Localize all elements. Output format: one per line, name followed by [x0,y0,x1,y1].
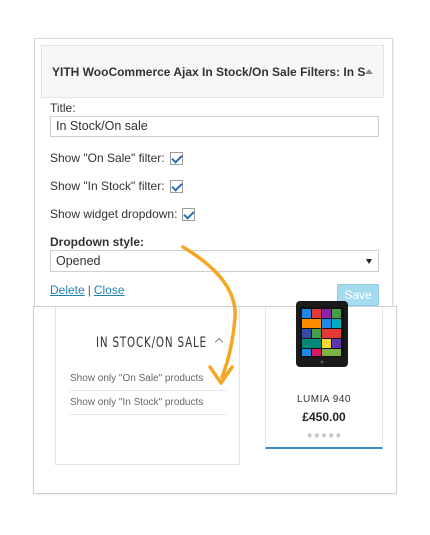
filter-widget: IN STOCK/ON SALE Show only "On Sale" pro… [55,307,240,465]
title-label: Title: [50,101,76,115]
rating-stars: ★★★★★ [306,431,342,440]
dropdown-style-label: Dropdown style: [50,235,145,249]
widget-dropdown-checkbox[interactable] [182,207,196,221]
dropdown-style-value: Opened [56,254,101,268]
close-link[interactable]: Close [94,283,125,297]
filter-widget-title: IN STOCK/ON SALE [96,335,207,351]
widget-actions: Delete | Close [50,283,125,297]
on-sale-filter-row: Show "On Sale" filter: [50,151,183,165]
widget-settings-panel: YITH WooCommerce Ajax In Stock/On Sale F… [34,38,393,310]
widget-dropdown-label: Show widget dropdown: [50,207,178,221]
in-stock-filter-label: Show "In Stock" filter: [50,179,165,193]
filter-divider [70,390,226,391]
on-sale-filter-link[interactable]: Show only "On Sale" products [70,373,203,384]
chevron-up-icon[interactable] [214,337,224,347]
on-sale-filter-label: Show "On Sale" filter: [50,151,165,165]
product-name[interactable]: LUMIA 940 [266,394,382,405]
dropdown-style-select[interactable]: Opened [50,250,379,272]
storefront-preview: IN STOCK/ON SALE Show only "On Sale" pro… [33,301,397,494]
in-stock-filter-link[interactable]: Show only "In Stock" products [70,397,203,408]
on-sale-filter-checkbox[interactable] [169,151,183,165]
product-price: £450.00 [302,410,346,424]
chevron-down-icon [366,259,372,264]
widget-header-title: YITH WooCommerce Ajax In Stock/On Sale F… [52,64,365,79]
delete-link[interactable]: Delete [50,283,85,297]
filter-divider [70,414,226,415]
in-stock-filter-row: Show "In Stock" filter: [50,179,183,193]
widget-dropdown-row: Show widget dropdown: [50,207,196,221]
phone-icon [296,301,348,367]
product-image[interactable] [292,301,352,371]
collapse-arrow-icon[interactable] [365,69,373,74]
screenshot-stage: YITH WooCommerce Ajax In Stock/On Sale F… [0,0,430,535]
title-input[interactable]: In Stock/On sale [50,116,379,137]
link-separator: | [87,283,91,297]
widget-header[interactable]: YITH WooCommerce Ajax In Stock/On Sale F… [41,45,384,98]
in-stock-filter-checkbox[interactable] [169,179,183,193]
product-card[interactable]: LUMIA 940 £450.00 ★★★★★ [265,301,383,449]
